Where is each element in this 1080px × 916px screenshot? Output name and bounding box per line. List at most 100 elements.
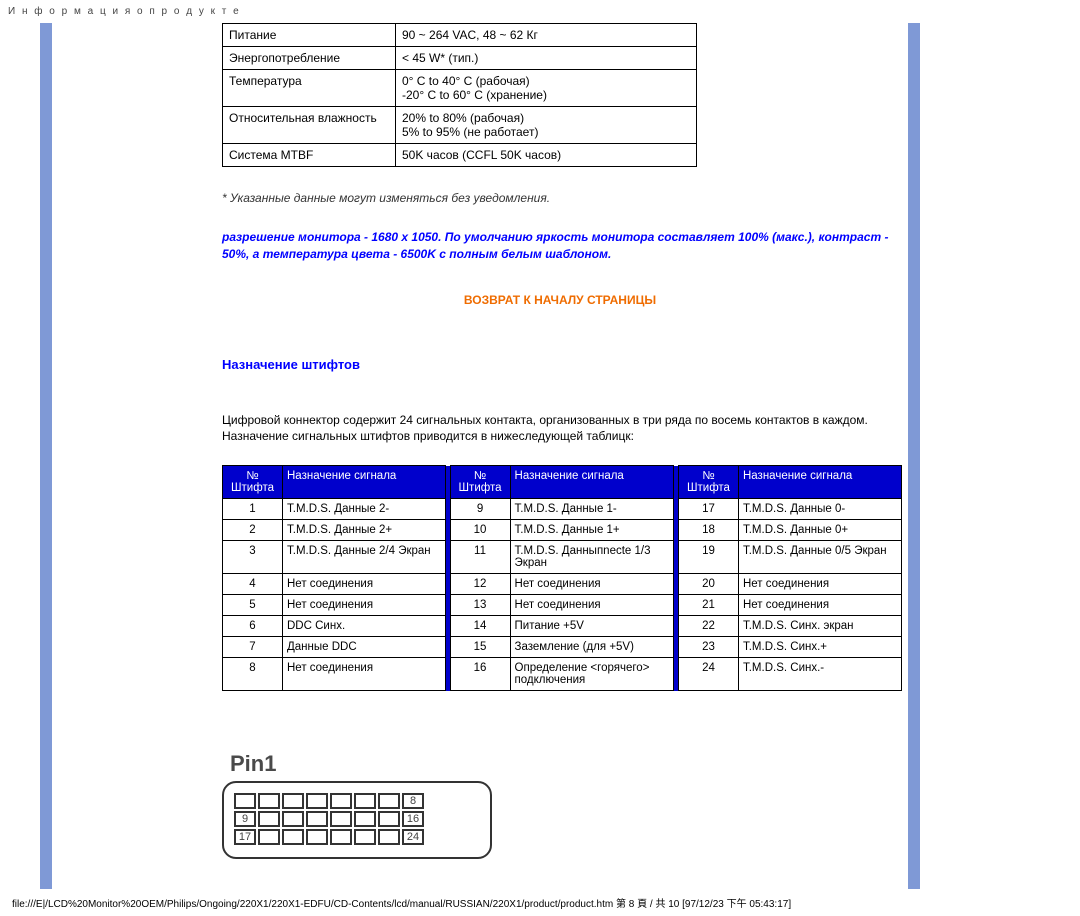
pin-box bbox=[354, 829, 376, 845]
pin-num: 20 bbox=[678, 574, 738, 595]
pin-num: 1 bbox=[223, 499, 283, 520]
pin-sig: Нет соединения bbox=[738, 595, 901, 616]
table-row: Энергопотребление< 45 W* (тип.) bbox=[223, 47, 697, 70]
pin-num: 5 bbox=[223, 595, 283, 616]
table-row: 6DDC Синх.14Питание +5V22T.M.D.S. Синх. … bbox=[223, 616, 902, 637]
spec-label: Питание bbox=[223, 24, 396, 47]
pin-sig: Нет соединения bbox=[283, 574, 446, 595]
pin-num: 3 bbox=[223, 541, 283, 574]
connector-row-2: 9 16 bbox=[234, 811, 480, 827]
spec-table: Питание90 ~ 264 VAC, 48 ~ 62 Кг Энергопо… bbox=[222, 23, 697, 167]
table-row: Температура0° C to 40° C (рабочая) -20° … bbox=[223, 70, 697, 107]
pin-header-row: № Штифта Назначение сигнала № Штифта Наз… bbox=[223, 466, 902, 499]
pin-box bbox=[378, 793, 400, 809]
pin-num: 23 bbox=[678, 637, 738, 658]
pin-sig: T.M.D.S. Данные 1+ bbox=[510, 520, 674, 541]
pin-box bbox=[282, 811, 304, 827]
table-row: Питание90 ~ 264 VAC, 48 ~ 62 Кг bbox=[223, 24, 697, 47]
section-title: Назначение штифтов bbox=[222, 357, 898, 372]
pin-num: 21 bbox=[678, 595, 738, 616]
connector-row-3: 1724 bbox=[234, 829, 480, 845]
pin-header: № Штифта bbox=[223, 466, 283, 499]
table-row: Относительная влажность20% to 80% (рабоч… bbox=[223, 107, 697, 144]
pin-num: 8 bbox=[223, 658, 283, 691]
pin-sig: Заземление (для +5V) bbox=[510, 637, 674, 658]
spec-label: Относительная влажность bbox=[223, 107, 396, 144]
sig-header: Назначение сигнала bbox=[738, 466, 901, 499]
pin-num: 13 bbox=[450, 595, 510, 616]
pin-num: 16 bbox=[450, 658, 510, 691]
pin-box: 9 bbox=[234, 811, 256, 827]
pin-box bbox=[258, 829, 280, 845]
pin-sig: Нет соединения bbox=[283, 658, 446, 691]
pin-num: 19 bbox=[678, 541, 738, 574]
pin-sig: T.M.D.S. Синх.+ bbox=[738, 637, 901, 658]
pin-num: 17 bbox=[678, 499, 738, 520]
pin-header: № Штифта bbox=[450, 466, 510, 499]
pin-num: 4 bbox=[223, 574, 283, 595]
spec-label: Энергопотребление bbox=[223, 47, 396, 70]
pin-sig: T.M.D.S. Данныпnecte 1/3 Экран bbox=[510, 541, 674, 574]
pin-sig: T.M.D.S. Данные 0+ bbox=[738, 520, 901, 541]
pin-box: 16 bbox=[402, 811, 424, 827]
pin-sig: T.M.D.S. Синх. экран bbox=[738, 616, 901, 637]
pin-box bbox=[354, 793, 376, 809]
pin-box bbox=[258, 793, 280, 809]
pin-sig: Определение <горячего> подключения bbox=[510, 658, 674, 691]
notice-italic: * Указанные данные могут изменяться без … bbox=[222, 189, 898, 207]
pin-num: 11 bbox=[450, 541, 510, 574]
content-area: Питание90 ~ 264 VAC, 48 ~ 62 Кг Энергопо… bbox=[52, 23, 908, 859]
pin-box bbox=[258, 811, 280, 827]
pin-num: 24 bbox=[678, 658, 738, 691]
pin-box bbox=[306, 829, 328, 845]
pin-box: 24 bbox=[402, 829, 424, 845]
table-row: 5Нет соединения13Нет соединения21Нет сое… bbox=[223, 595, 902, 616]
pin-num: 22 bbox=[678, 616, 738, 637]
pin-table: № Штифта Назначение сигнала № Штифта Наз… bbox=[222, 465, 902, 691]
pin-num: 9 bbox=[450, 499, 510, 520]
connector-row-1: 8 bbox=[234, 793, 480, 809]
pin-num: 2 bbox=[223, 520, 283, 541]
pin-sig: Нет соединения bbox=[738, 574, 901, 595]
page-header: И н ф о р м а ц и я о п р о д у к т е bbox=[0, 0, 1080, 23]
page-footer: file:///E|/LCD%20Monitor%20OEM/Philips/O… bbox=[0, 889, 1080, 916]
spec-label: Температура bbox=[223, 70, 396, 107]
spec-value: 0° C to 40° C (рабочая) -20° C to 60° C … bbox=[396, 70, 697, 107]
pin-box: 8 bbox=[402, 793, 424, 809]
table-row: 3T.M.D.S. Данные 2/4 Экран11T.M.D.S. Дан… bbox=[223, 541, 902, 574]
sig-header: Назначение сигнала bbox=[283, 466, 446, 499]
return-top-link[interactable]: ВОЗВРАТ К НАЧАЛУ СТРАНИЦЫ bbox=[222, 293, 898, 307]
pin-box bbox=[330, 793, 352, 809]
pin-header: № Штифта bbox=[678, 466, 738, 499]
table-row: 8Нет соединения16Определение <горячего> … bbox=[223, 658, 902, 691]
spec-value: 90 ~ 264 VAC, 48 ~ 62 Кг bbox=[396, 24, 697, 47]
pin-box bbox=[306, 793, 328, 809]
connector-diagram: Pin1 8 9 16 1724 bbox=[222, 751, 898, 859]
pin-box bbox=[330, 829, 352, 845]
pin-sig: Нет соединения bbox=[510, 595, 674, 616]
pin-sig: T.M.D.S. Данные 2- bbox=[283, 499, 446, 520]
content-frame: Питание90 ~ 264 VAC, 48 ~ 62 Кг Энергопо… bbox=[40, 23, 920, 889]
table-row: 7Данные DDC15Заземление (для +5V)23T.M.D… bbox=[223, 637, 902, 658]
header-text: И н ф о р м а ц и я о п р о д у к т е bbox=[8, 6, 241, 17]
pin-num: 6 bbox=[223, 616, 283, 637]
sig-header: Назначение сигнала bbox=[510, 466, 674, 499]
table-row: 2T.M.D.S. Данные 2+10T.M.D.S. Данные 1+1… bbox=[223, 520, 902, 541]
pin-sig: Питание +5V bbox=[510, 616, 674, 637]
pin-box bbox=[330, 811, 352, 827]
spec-label: Система MTBF bbox=[223, 144, 396, 167]
spec-value: 50K часов (CCFL 50K часов) bbox=[396, 144, 697, 167]
pin-num: 12 bbox=[450, 574, 510, 595]
pin-num: 18 bbox=[678, 520, 738, 541]
pin-num: 10 bbox=[450, 520, 510, 541]
pin-num: 7 bbox=[223, 637, 283, 658]
pin-box bbox=[306, 811, 328, 827]
pin1-label: Pin1 bbox=[230, 751, 898, 777]
pin-box bbox=[378, 829, 400, 845]
pin-sig: Нет соединения bbox=[283, 595, 446, 616]
pin-sig: T.M.D.S. Синх.- bbox=[738, 658, 901, 691]
pin-sig: T.M.D.S. Данные 2/4 Экран bbox=[283, 541, 446, 574]
pin-box bbox=[282, 793, 304, 809]
pin-sig: DDC Синх. bbox=[283, 616, 446, 637]
pin-box bbox=[282, 829, 304, 845]
